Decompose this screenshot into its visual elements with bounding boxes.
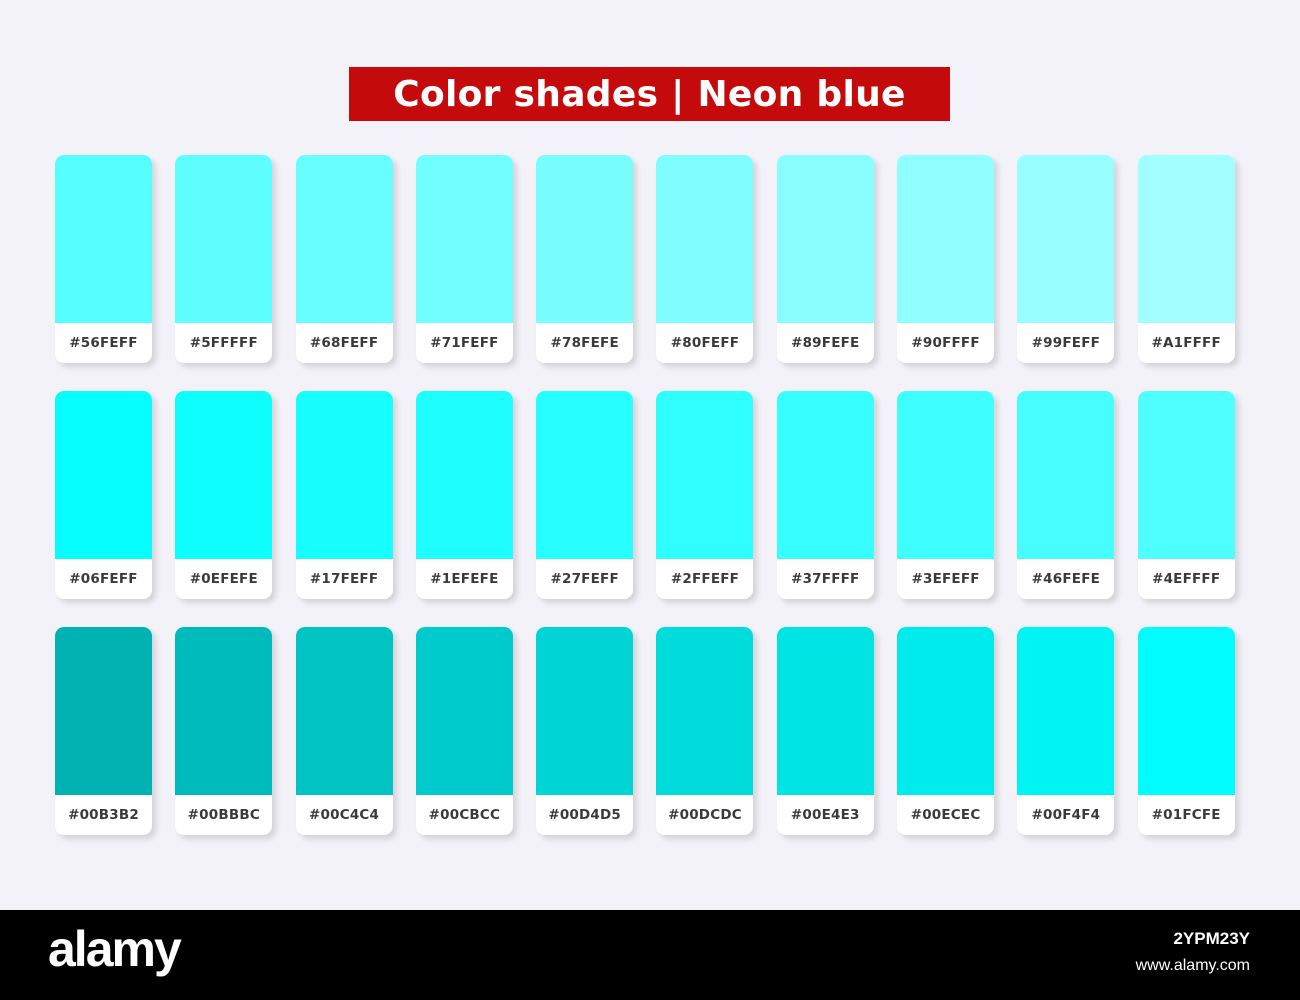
hex-code-label: #3EFEFF xyxy=(911,571,980,587)
color-swatch xyxy=(536,391,634,559)
hex-code-label: #00DCDC xyxy=(668,807,742,823)
color-card: #71FEFF xyxy=(415,155,513,363)
color-swatch xyxy=(656,391,754,559)
color-card: #0EFEFE xyxy=(175,391,273,599)
color-card: #00E4E3 xyxy=(776,627,874,835)
color-card: #56FEFF xyxy=(55,155,152,363)
color-card: #00ECEC xyxy=(897,627,995,835)
color-swatch xyxy=(776,391,874,559)
color-swatch xyxy=(536,155,634,323)
color-swatch xyxy=(175,391,273,559)
hex-code-label: #46FEFE xyxy=(1031,571,1101,587)
color-card: #00F4F4 xyxy=(1017,627,1115,835)
color-card: #4EFFFF xyxy=(1137,391,1235,599)
hex-code-label: #78FEFE xyxy=(550,335,619,351)
hex-code-label: #00BBBC xyxy=(187,807,260,823)
color-swatch xyxy=(1137,627,1235,795)
color-swatch xyxy=(656,155,754,323)
hex-code-label: #99FEFF xyxy=(1031,335,1101,351)
color-swatch xyxy=(295,627,393,795)
hex-code-label: #4EFFFF xyxy=(1152,571,1221,587)
color-card: #00D4D5 xyxy=(536,627,634,835)
color-swatch xyxy=(1137,155,1235,323)
color-card: #01FCFE xyxy=(1137,627,1235,835)
color-card: #89FEFE xyxy=(776,155,874,363)
color-card: #00CBCC xyxy=(415,627,513,835)
hex-code-label: #00F4F4 xyxy=(1031,807,1101,823)
color-card: #78FEFE xyxy=(536,155,634,363)
image-id: 2YPM23Y xyxy=(1173,929,1250,948)
hex-code-label: #00ECEC xyxy=(910,807,981,823)
color-card: #00DCDC xyxy=(656,627,754,835)
color-swatch xyxy=(295,391,393,559)
color-swatch xyxy=(295,155,393,323)
hex-code-label: #71FEFF xyxy=(430,335,499,351)
color-card: #1EFEFE xyxy=(415,391,513,599)
hex-code-label: #5FFFFF xyxy=(189,335,258,351)
color-swatch xyxy=(776,155,874,323)
hex-code-label: #00CBCC xyxy=(428,807,501,823)
color-card: #00BBBC xyxy=(175,627,273,835)
hex-code-label: #0EFEFE xyxy=(189,571,258,587)
page-title: Color shades | Neon blue xyxy=(393,73,906,115)
color-card: #3EFEFF xyxy=(897,391,995,599)
color-swatch xyxy=(1017,155,1115,323)
color-swatch xyxy=(55,155,152,323)
hex-code-label: #00C4C4 xyxy=(309,807,380,823)
footer-bar: alamy 2YPM23Y www.alamy.com xyxy=(0,910,1300,1000)
color-swatch xyxy=(1017,627,1115,795)
color-swatch xyxy=(656,627,754,795)
color-palette-grid: #56FEFF #5FFFFF #68FEFF #71FEFF #78FEFE #80FE… xyxy=(55,155,1235,835)
site-url: www.alamy.com xyxy=(1135,957,1250,974)
hex-code-label: #1EFEFE xyxy=(430,571,499,587)
color-card: #00B3B2 xyxy=(55,627,152,835)
color-swatch xyxy=(415,391,513,559)
color-card: #27FEFF xyxy=(536,391,634,599)
color-card: #06FEFF xyxy=(55,391,152,599)
hex-code-label: #90FFFF xyxy=(911,335,980,351)
color-card: #46FEFE xyxy=(1017,391,1115,599)
hex-code-label: #37FFFF xyxy=(791,571,860,587)
color-swatch xyxy=(536,627,634,795)
color-card: #2FFEFF xyxy=(656,391,754,599)
color-swatch xyxy=(776,627,874,795)
color-swatch xyxy=(55,391,152,559)
hex-code-label: #17FEFF xyxy=(309,571,379,587)
hex-code-label: #A1FFFF xyxy=(1151,335,1221,351)
color-swatch xyxy=(415,627,513,795)
title-banner: Color shades | Neon blue xyxy=(349,67,950,121)
color-swatch xyxy=(897,391,995,559)
image-info: 2YPM23Y www.alamy.com xyxy=(1136,929,1250,975)
color-swatch xyxy=(897,627,995,795)
color-swatch xyxy=(55,627,152,795)
color-card: #00C4C4 xyxy=(295,627,393,835)
color-card: #90FFFF xyxy=(897,155,995,363)
color-card: #5FFFFF xyxy=(175,155,273,363)
color-card: #68FEFF xyxy=(295,155,393,363)
color-swatch xyxy=(1017,391,1115,559)
hex-code-label: #80FEFF xyxy=(670,335,740,351)
color-card: #17FEFF xyxy=(295,391,393,599)
color-card: #37FFFF xyxy=(776,391,874,599)
color-swatch xyxy=(175,627,273,795)
hex-code-label: #27FEFF xyxy=(550,571,619,587)
color-card: #99FEFF xyxy=(1017,155,1115,363)
hex-code-label: #00B3B2 xyxy=(68,807,139,823)
hex-code-label: #68FEFF xyxy=(309,335,379,351)
hex-code-label: #2FFEFF xyxy=(670,571,740,587)
color-swatch xyxy=(1137,391,1235,559)
color-swatch xyxy=(175,155,273,323)
hex-code-label: #06FEFF xyxy=(69,571,138,587)
hex-code-label: #01FCFE xyxy=(1151,807,1221,823)
hex-code-label: #00D4D5 xyxy=(548,807,622,823)
hex-code-label: #56FEFF xyxy=(69,335,138,351)
color-card: #A1FFFF xyxy=(1137,155,1235,363)
color-card: #80FEFF xyxy=(656,155,754,363)
color-swatch xyxy=(415,155,513,323)
alamy-logo: alamy xyxy=(48,921,182,977)
color-swatch xyxy=(897,155,995,323)
hex-code-label: #00E4E3 xyxy=(790,807,860,823)
hex-code-label: #89FEFE xyxy=(791,335,860,351)
